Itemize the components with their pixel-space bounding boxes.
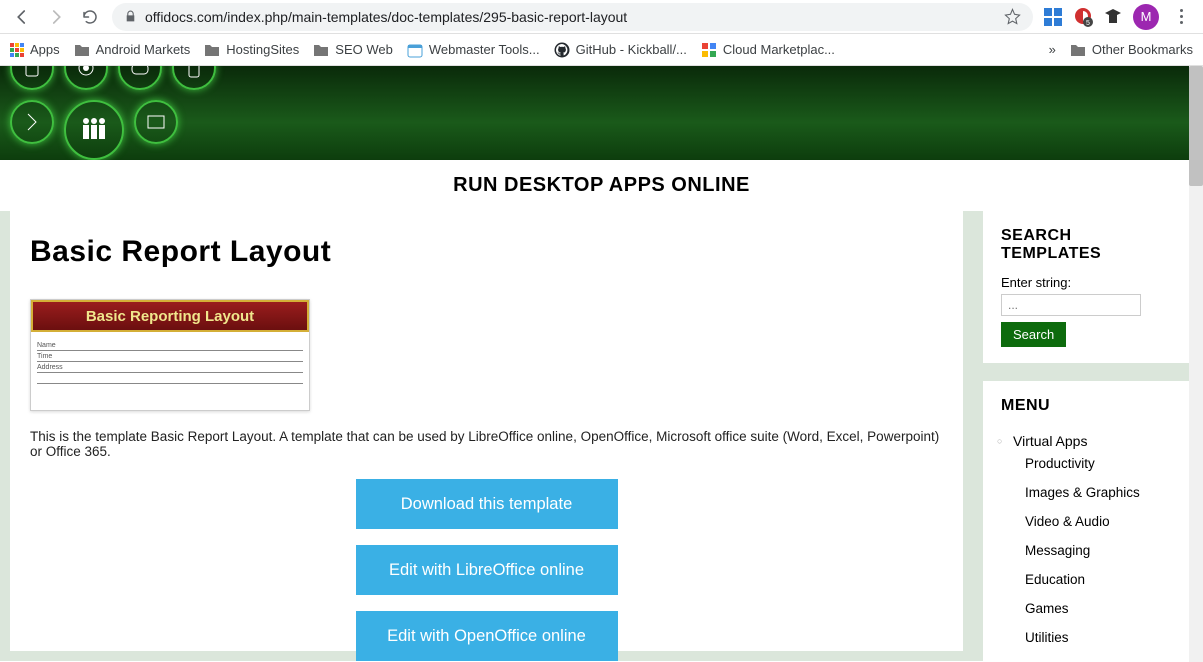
apps-icon bbox=[10, 43, 24, 57]
edit-openoffice-button[interactable]: Edit with OpenOffice online bbox=[356, 611, 618, 661]
apps-shortcut[interactable]: Apps bbox=[10, 42, 60, 57]
menu-item-games[interactable]: Games bbox=[1025, 594, 1175, 623]
menu-item-utilities[interactable]: Utilities bbox=[1025, 623, 1175, 652]
bookmarks-bar: Apps Android Markets HostingSites SEO We… bbox=[0, 34, 1203, 66]
menu-item-messaging[interactable]: Messaging bbox=[1025, 536, 1175, 565]
scrollbar-thumb[interactable] bbox=[1189, 66, 1203, 186]
folder-icon bbox=[204, 43, 220, 57]
bookmark-seo-web[interactable]: SEO Web bbox=[313, 42, 393, 57]
thumbnail-title: Basic Reporting Layout bbox=[31, 300, 309, 332]
hero-icon bbox=[64, 100, 124, 160]
search-input[interactable] bbox=[1001, 294, 1141, 316]
hero-icon bbox=[64, 66, 108, 90]
page-title: Basic Report Layout bbox=[30, 235, 943, 269]
menu-item-productivity[interactable]: Productivity bbox=[1025, 449, 1175, 478]
github-icon bbox=[554, 42, 570, 58]
search-button[interactable]: Search bbox=[1001, 322, 1066, 347]
folder-icon bbox=[313, 43, 329, 57]
menu-item-education[interactable]: Education bbox=[1025, 565, 1175, 594]
template-description: This is the template Basic Report Layout… bbox=[30, 429, 943, 459]
menu-box: MENU Virtual Apps Productivity Images & … bbox=[983, 381, 1193, 662]
apps-label: Apps bbox=[30, 42, 60, 57]
other-bookmarks[interactable]: Other Bookmarks bbox=[1070, 42, 1193, 57]
bookmark-github[interactable]: GitHub - Kickball/... bbox=[554, 42, 687, 58]
menu-item-virtual-apps[interactable]: Virtual Apps Productivity Images & Graph… bbox=[1001, 427, 1175, 658]
extension-icon-2[interactable]: 5 bbox=[1073, 7, 1093, 27]
search-title: SEARCH TEMPLATES bbox=[1001, 227, 1175, 263]
forward-button[interactable] bbox=[44, 5, 68, 29]
vertical-scrollbar[interactable] bbox=[1189, 66, 1203, 662]
hero-banner bbox=[0, 66, 1203, 160]
lock-icon bbox=[124, 10, 137, 23]
profile-avatar[interactable]: M bbox=[1133, 4, 1159, 30]
menu-item-images-graphics[interactable]: Images & Graphics bbox=[1025, 478, 1175, 507]
back-button[interactable] bbox=[10, 5, 34, 29]
folder-icon bbox=[1070, 43, 1086, 57]
hero-icon bbox=[10, 100, 54, 144]
hero-icon bbox=[134, 100, 178, 144]
edit-libreoffice-button[interactable]: Edit with LibreOffice online bbox=[356, 545, 618, 595]
bookmark-android-markets[interactable]: Android Markets bbox=[74, 42, 191, 57]
menu-title: MENU bbox=[1001, 397, 1175, 415]
extension-icon-1[interactable] bbox=[1043, 7, 1063, 27]
avatar-initial: M bbox=[1141, 9, 1152, 24]
main-column: Basic Report Layout Basic Reporting Layo… bbox=[10, 211, 963, 651]
bookmark-cloud-marketplace[interactable]: Cloud Marketplac... bbox=[701, 42, 835, 58]
chrome-menu-button[interactable] bbox=[1169, 9, 1193, 24]
hero-icon bbox=[118, 66, 162, 90]
menu-item-video-audio[interactable]: Video & Audio bbox=[1025, 507, 1175, 536]
page-content: RUN DESKTOP APPS ONLINE Basic Report Lay… bbox=[0, 66, 1203, 662]
bookmarks-overflow[interactable]: » bbox=[1049, 42, 1056, 57]
folder-icon bbox=[74, 43, 90, 57]
svg-text:5: 5 bbox=[1086, 20, 1090, 27]
search-templates-box: SEARCH TEMPLATES Enter string: Search bbox=[983, 211, 1193, 363]
site-icon bbox=[701, 42, 717, 58]
extension-icon-3[interactable] bbox=[1103, 7, 1123, 27]
url-text: offidocs.com/index.php/main-templates/do… bbox=[145, 9, 996, 25]
hero-icon bbox=[172, 66, 216, 90]
sidebar: SEARCH TEMPLATES Enter string: Search ME… bbox=[983, 211, 1193, 651]
address-bar[interactable]: offidocs.com/index.php/main-templates/do… bbox=[112, 3, 1033, 31]
search-label: Enter string: bbox=[1001, 275, 1175, 290]
template-thumbnail[interactable]: Basic Reporting Layout Name Time Address bbox=[30, 299, 310, 411]
bookmark-hostingsites[interactable]: HostingSites bbox=[204, 42, 299, 57]
reload-button[interactable] bbox=[78, 5, 102, 29]
browser-toolbar: offidocs.com/index.php/main-templates/do… bbox=[0, 0, 1203, 34]
star-icon[interactable] bbox=[1004, 8, 1021, 25]
site-icon bbox=[407, 42, 423, 58]
hero-icon bbox=[10, 66, 54, 90]
tagline: RUN DESKTOP APPS ONLINE bbox=[0, 160, 1203, 211]
download-button[interactable]: Download this template bbox=[356, 479, 618, 529]
bookmark-webmaster-tools[interactable]: Webmaster Tools... bbox=[407, 42, 540, 58]
